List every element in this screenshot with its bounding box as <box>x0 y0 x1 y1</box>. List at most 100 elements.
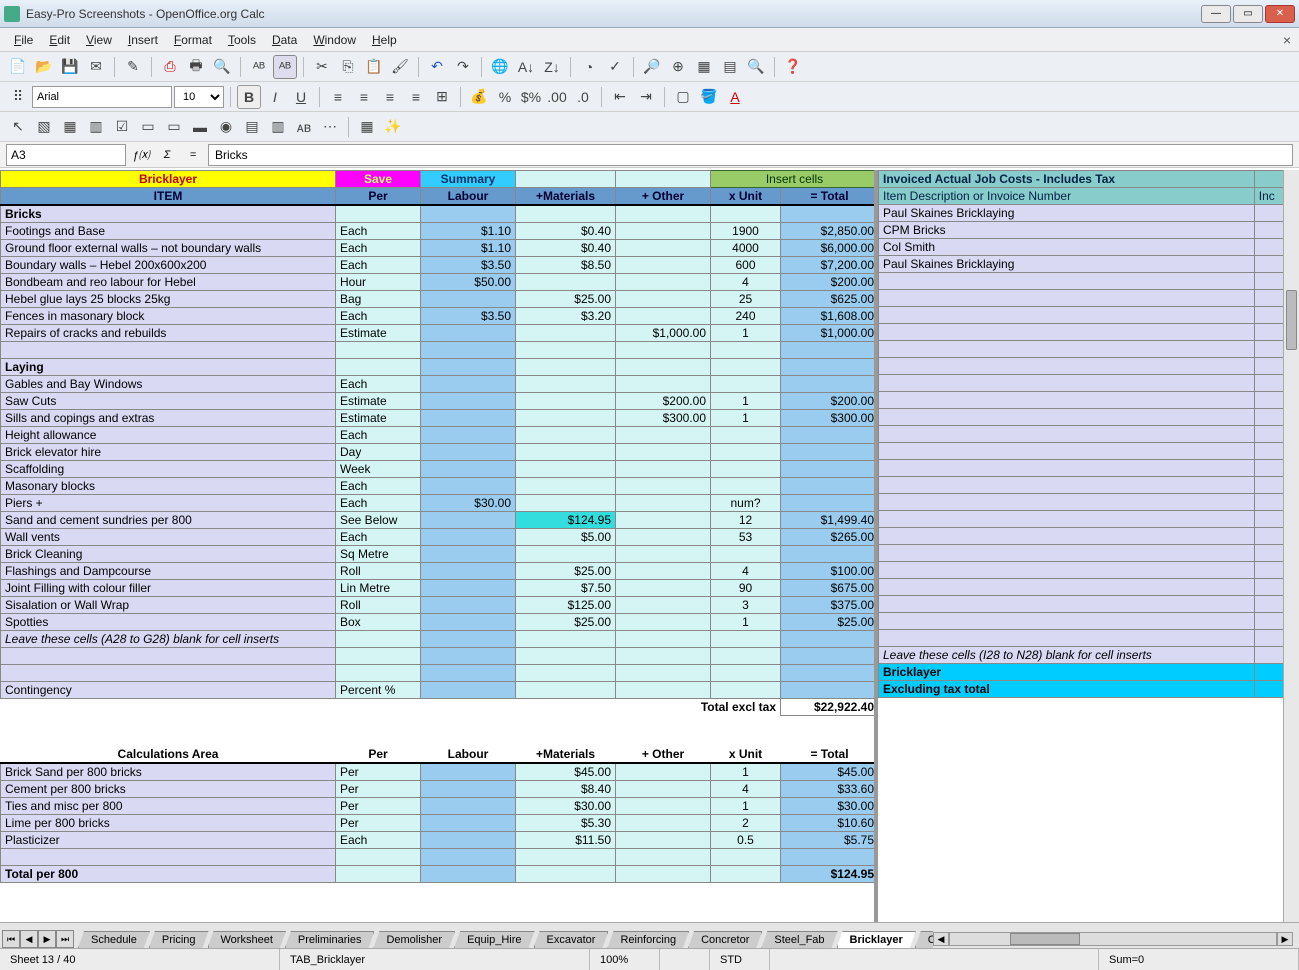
sheet-tab-demolisher[interactable]: Demolisher <box>373 931 455 948</box>
tab-nav-first[interactable]: ⏮ <box>2 930 20 948</box>
table-row[interactable]: Sand and cement sundries per 800See Belo… <box>1 512 879 529</box>
option-button-icon[interactable]: ◉ <box>214 115 238 139</box>
percent-icon[interactable]: % <box>493 85 517 109</box>
add-decimal-icon[interactable]: .00 <box>545 85 569 109</box>
table-row[interactable] <box>879 273 1299 290</box>
equals-icon[interactable]: = <box>182 144 204 166</box>
table-row[interactable] <box>879 477 1299 494</box>
table-row[interactable]: Boundary walls – Hebel 200x600x200Each$3… <box>1 257 879 274</box>
merge-cells-icon[interactable]: ⊞ <box>430 85 454 109</box>
table-row[interactable]: Footings and BaseEach$1.10$0.401900$2,85… <box>1 223 879 240</box>
table-row[interactable]: Wall ventsEach$5.0053$265.00 <box>1 529 879 546</box>
table-row[interactable]: Col Smith <box>879 239 1299 256</box>
menu-edit[interactable]: Edit <box>41 30 78 50</box>
preview-icon[interactable]: 🔍 <box>210 55 234 79</box>
table-row[interactable]: Hebel glue lays 25 blocks 25kgBag$25.002… <box>1 291 879 308</box>
table-row[interactable] <box>879 630 1299 647</box>
sheet-tab-bricklayer[interactable]: Bricklayer <box>837 931 916 948</box>
close-button[interactable]: ✕ <box>1265 5 1295 23</box>
save-button-cell[interactable]: Save <box>336 171 421 188</box>
table-row[interactable]: Height allowanceEach <box>1 427 879 444</box>
table-row[interactable]: ScaffoldingWeek <box>1 461 879 478</box>
table-row[interactable] <box>879 324 1299 341</box>
table-row[interactable]: Bondbeam and reo labour for HebelHour$50… <box>1 274 879 291</box>
currency-icon[interactable]: 💰 <box>467 85 491 109</box>
chart-icon[interactable]: ◔ <box>577 55 601 79</box>
table-row[interactable] <box>879 426 1299 443</box>
bgcolor-icon[interactable]: 🪣 <box>697 85 721 109</box>
help-icon[interactable]: ❓ <box>781 55 805 79</box>
sheet-tab-steel_fab[interactable]: Steel_Fab <box>761 931 837 948</box>
table-row[interactable] <box>879 528 1299 545</box>
sheet-tab-schedule[interactable]: Schedule <box>78 931 150 948</box>
table-row[interactable]: Ties and misc per 800Per$30.001$30.00 <box>1 797 879 814</box>
table-row[interactable]: Leave these cells (A28 to G28) blank for… <box>1 631 879 648</box>
sheet-tab-carpent[interactable]: Carpent <box>915 931 933 948</box>
new-doc-icon[interactable]: 📄 <box>6 55 30 79</box>
copy-icon[interactable]: ⎘ <box>336 55 360 79</box>
wizards-icon[interactable]: ✨ <box>381 115 405 139</box>
bold-button[interactable]: B <box>237 85 261 109</box>
table-row[interactable] <box>879 375 1299 392</box>
table-row[interactable] <box>879 596 1299 613</box>
styles-icon[interactable]: ⠿ <box>6 85 30 109</box>
align-justify-icon[interactable]: ≡ <box>404 85 428 109</box>
autocheck-icon[interactable]: ᴬᴮ <box>273 55 297 79</box>
tab-nav-last[interactable]: ⏭ <box>56 930 74 948</box>
maximize-button[interactable]: ▭ <box>1233 5 1263 23</box>
sheet-tab-reinforcing[interactable]: Reinforcing <box>607 931 689 948</box>
sum-icon[interactable]: Σ <box>156 144 178 166</box>
push-button-icon[interactable]: ▬ <box>188 115 212 139</box>
menu-tools[interactable]: Tools <box>220 30 264 50</box>
table-row[interactable]: Fences in masonary blockEach$3.50$3.2024… <box>1 308 879 325</box>
table-row[interactable]: Sills and copings and extrasEstimate$300… <box>1 410 879 427</box>
del-decimal-icon[interactable]: .0 <box>571 85 595 109</box>
status-mode[interactable]: STD <box>710 949 770 970</box>
form-design-icon[interactable]: ▦ <box>355 115 379 139</box>
select-icon[interactable]: ↖ <box>6 115 30 139</box>
borders-icon[interactable]: ▢ <box>671 85 695 109</box>
table-row[interactable]: Joint Filling with colour fillerLin Metr… <box>1 580 879 597</box>
summary-button-cell[interactable]: Summary <box>421 171 516 188</box>
sort-desc-icon[interactable]: Z↓ <box>540 55 564 79</box>
sheet-tab-concretor[interactable]: Concretor <box>688 931 762 948</box>
email-icon[interactable]: ✉ <box>84 55 108 79</box>
tab-nav-next[interactable]: ▶ <box>38 930 56 948</box>
cut-icon[interactable]: ✂ <box>310 55 334 79</box>
table-row[interactable]: Brick CleaningSq Metre <box>1 546 879 563</box>
navigator-icon[interactable]: ⊕ <box>666 55 690 79</box>
minimize-button[interactable]: — <box>1201 5 1231 23</box>
sheet-tab-equip_hire[interactable]: Equip_Hire <box>454 931 534 948</box>
insert-cells-button[interactable]: Insert cells <box>711 171 879 188</box>
redo-icon[interactable]: ↷ <box>451 55 475 79</box>
menu-format[interactable]: Format <box>166 30 220 50</box>
table-row[interactable]: Flashings and DampcourseRoll$25.004$100.… <box>1 563 879 580</box>
horizontal-scrollbar[interactable]: ◀▶ <box>933 930 1293 948</box>
paste-icon[interactable]: 📋 <box>362 55 386 79</box>
table-row[interactable]: Brick Sand per 800 bricksPer$45.001$45.0… <box>1 763 879 781</box>
sheet-right-grid[interactable]: Invoiced Actual Job Costs - Includes Tax… <box>878 170 1299 922</box>
table-row[interactable] <box>879 392 1299 409</box>
table-row[interactable]: Sisalation or Wall WrapRoll$125.003$375.… <box>1 597 879 614</box>
gallery-icon[interactable]: ▦ <box>692 55 716 79</box>
table-row[interactable] <box>879 443 1299 460</box>
menu-insert[interactable]: Insert <box>120 30 166 50</box>
table-row[interactable] <box>879 290 1299 307</box>
open-icon[interactable]: 📂 <box>32 55 56 79</box>
sheet-tab-pricing[interactable]: Pricing <box>149 931 209 948</box>
table-row[interactable] <box>1 665 879 682</box>
table-row[interactable] <box>879 341 1299 358</box>
table-row[interactable] <box>879 511 1299 528</box>
table-row[interactable]: Gables and Bay WindowsEach <box>1 376 879 393</box>
table-row[interactable]: Paul Skaines Bricklaying <box>879 205 1299 222</box>
inc-indent-icon[interactable]: ⇥ <box>634 85 658 109</box>
table-row[interactable]: Bricks <box>1 205 879 223</box>
table-row[interactable] <box>879 545 1299 562</box>
label-icon[interactable]: ᴀʙ <box>292 115 316 139</box>
italic-button[interactable]: I <box>263 85 287 109</box>
standard-format-icon[interactable]: $% <box>519 85 543 109</box>
function-wizard-icon[interactable]: ƒ⒳ <box>130 144 152 166</box>
design-mode-icon[interactable]: ▧ <box>32 115 56 139</box>
sheet-tab-excavator[interactable]: Excavator <box>534 931 609 948</box>
form-icon[interactable]: ▥ <box>84 115 108 139</box>
